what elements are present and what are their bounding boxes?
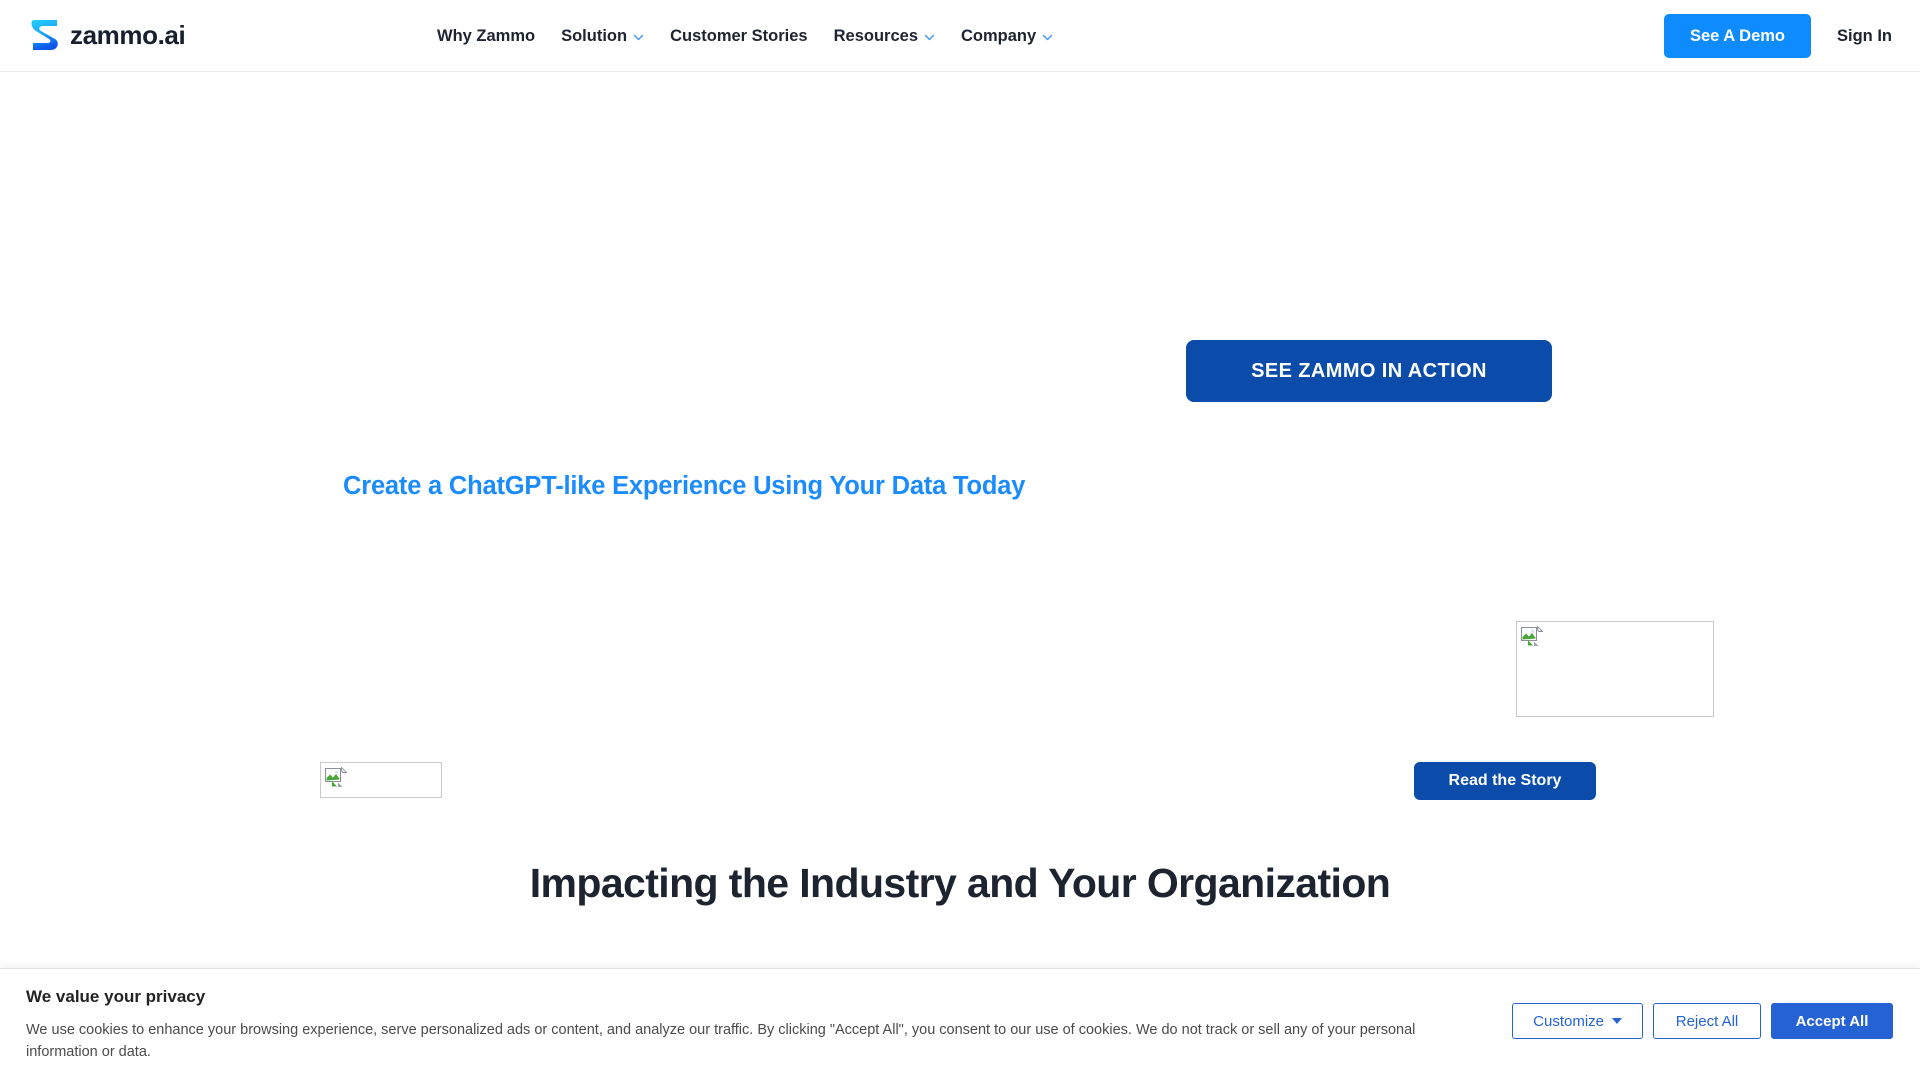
page-content: SEE ZAMMO IN ACTION Create a ChatGPT-lik… [0, 72, 1920, 1080]
brand-logo[interactable]: zammo.ai [30, 12, 185, 58]
sign-in-link[interactable]: Sign In [1837, 27, 1892, 46]
accept-all-button[interactable]: Accept All [1771, 1003, 1893, 1039]
nav-item-resources[interactable]: Resources [821, 0, 948, 72]
site-header: zammo.ai Why Zammo Solution Customer Sto… [0, 0, 1920, 72]
see-a-demo-button[interactable]: See A Demo [1664, 14, 1811, 58]
see-zammo-in-action-button[interactable]: SEE ZAMMO IN ACTION [1186, 340, 1552, 402]
caret-down-icon [1612, 1018, 1622, 1024]
nav-item-solution[interactable]: Solution [548, 0, 657, 72]
nav-item-why-zammo[interactable]: Why Zammo [424, 0, 548, 72]
cookie-banner-body: We use cookies to enhance your browsing … [26, 1020, 1466, 1064]
nav-item-label: Why Zammo [437, 27, 535, 46]
nav-item-label: Customer Stories [670, 27, 808, 46]
broken-image-icon [325, 767, 347, 789]
section-heading: Impacting the Industry and Your Organiza… [0, 860, 1920, 907]
cookie-banner-actions: Customize Reject All Accept All [1512, 1003, 1893, 1039]
chevron-down-icon [633, 32, 644, 43]
header-actions: See A Demo Sign In [1664, 0, 1892, 72]
nav-item-company[interactable]: Company [948, 0, 1066, 72]
main-navigation: Why Zammo Solution Customer Stories Reso… [424, 0, 1066, 72]
zammo-z-logo-icon [30, 18, 60, 52]
nav-item-label: Solution [561, 27, 627, 46]
chevron-down-icon [1042, 32, 1053, 43]
cookie-banner-title: We value your privacy [26, 987, 205, 1007]
brand-name: zammo.ai [70, 22, 185, 48]
customize-cookies-button[interactable]: Customize [1512, 1003, 1643, 1039]
nav-item-label: Company [961, 27, 1036, 46]
cookie-consent-banner: We value your privacy We use cookies to … [0, 968, 1920, 1080]
nav-item-label: Resources [834, 27, 918, 46]
broken-image-placeholder-right[interactable] [1516, 621, 1714, 717]
nav-item-customer-stories[interactable]: Customer Stories [657, 0, 821, 72]
read-the-story-button[interactable]: Read the Story [1414, 762, 1596, 800]
broken-image-icon [1521, 626, 1543, 648]
reject-all-button[interactable]: Reject All [1653, 1003, 1761, 1039]
customize-label: Customize [1533, 1013, 1604, 1030]
page-headline: Create a ChatGPT-like Experience Using Y… [343, 472, 1025, 501]
broken-image-placeholder-left[interactable] [320, 762, 442, 798]
chevron-down-icon [924, 32, 935, 43]
